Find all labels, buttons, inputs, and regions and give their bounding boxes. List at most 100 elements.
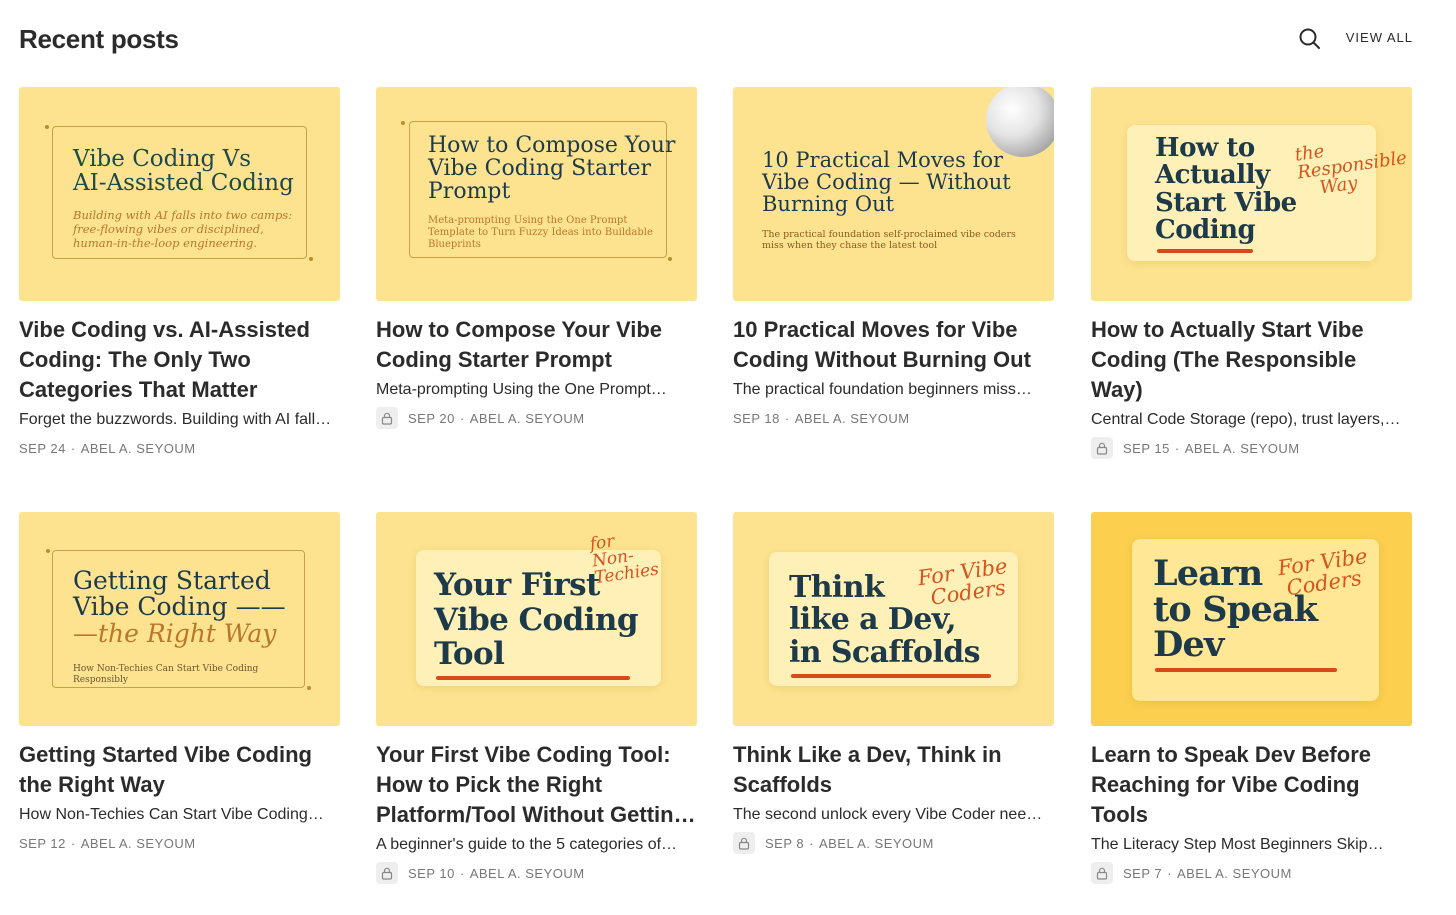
meta-separator: ·	[1167, 865, 1172, 881]
post-thumbnail[interactable]: Your First Vibe Coding Tool for Non- Tec…	[376, 512, 697, 726]
thumb-heading: How to Actually Start Vibe Coding	[1155, 133, 1297, 245]
post-card[interactable]: Your First Vibe Coding Tool for Non- Tec…	[376, 512, 697, 884]
post-thumbnail[interactable]: How to Actually Start Vibe Coding the Re…	[1091, 87, 1412, 301]
meta-separator: ·	[459, 410, 465, 426]
meta-separator: ·	[459, 865, 465, 881]
lock-icon	[381, 412, 393, 425]
post-date: SEP 24	[19, 440, 66, 456]
lock-icon	[381, 867, 393, 880]
post-title[interactable]: Think Like a Dev, Think in Scaffolds	[733, 740, 1054, 800]
post-thumbnail[interactable]: Getting Started Vibe Coding —— —the Righ…	[19, 512, 340, 726]
thumb-line: Start Vibe	[1155, 187, 1297, 218]
thumb-line: like a Dev,	[789, 602, 957, 638]
post-card[interactable]: 10 Practical Moves for Vibe Coding — Wit…	[733, 87, 1054, 429]
meta-separator: ·	[70, 835, 76, 851]
thumb-line: Burning Out	[762, 192, 895, 217]
paywall-lock	[1091, 437, 1113, 459]
section-title: Recent posts	[19, 24, 179, 54]
post-subtitle: A beginner's guide to the 5 categories o…	[376, 836, 678, 853]
thumb-script: the Responsible Way	[1294, 132, 1411, 201]
thumb-heading: 10 Practical Moves for Vibe Coding — Wit…	[762, 149, 1011, 215]
recent-posts-header: Recent posts VIEW ALL	[19, 22, 1413, 58]
thumb-subtitle: Meta-prompting Using the One Prompt Temp…	[428, 215, 653, 250]
post-meta: SEP 7 · ABEL A. SEYOUM	[1091, 862, 1412, 884]
thumb-line: Vibe Coding Vs	[73, 146, 251, 172]
thumb-line: Vibe Coding ——	[73, 592, 286, 622]
post-author[interactable]: ABEL A. SEYOUM	[1177, 866, 1292, 881]
post-author[interactable]: ABEL A. SEYOUM	[470, 866, 585, 881]
post-date: SEP 20	[408, 410, 455, 426]
post-meta: SEP 18 · ABEL A. SEYOUM	[733, 407, 1054, 429]
post-author[interactable]: ABEL A. SEYOUM	[819, 836, 934, 851]
post-thumbnail[interactable]: Vibe Coding Vs AI-Assisted Coding Buildi…	[19, 87, 340, 301]
thumb-underline	[436, 676, 630, 680]
post-author[interactable]: ABEL A. SEYOUM	[81, 836, 196, 851]
thumb-line: Coding	[1155, 214, 1256, 245]
post-title[interactable]: Your First Vibe Coding Tool: How to Pick…	[376, 740, 697, 830]
post-title[interactable]: Vibe Coding vs. AI-Assisted Coding: The …	[19, 315, 340, 405]
meta-separator: ·	[784, 410, 790, 426]
post-date: SEP 7	[1123, 865, 1163, 881]
thumb-dot	[45, 125, 49, 129]
post-author[interactable]: ABEL A. SEYOUM	[1185, 441, 1300, 456]
post-author[interactable]: ABEL A. SEYOUM	[795, 411, 910, 426]
post-thumbnail[interactable]: How to Compose Your Vibe Coding Starter …	[376, 87, 697, 301]
view-all-link[interactable]: VIEW ALL	[1346, 30, 1413, 45]
meta-separator: ·	[70, 440, 76, 456]
thumb-line: in Scaffolds	[789, 634, 981, 670]
thumb-script: for Non- Techies	[588, 528, 660, 588]
post-title[interactable]: How to Actually Start Vibe Coding (The R…	[1091, 315, 1412, 405]
search-icon	[1299, 28, 1320, 49]
post-meta: SEP 20 · ABEL A. SEYOUM	[376, 407, 697, 429]
post-meta: SEP 8 · ABEL A. SEYOUM	[733, 832, 1054, 854]
post-meta: SEP 12 · ABEL A. SEYOUM	[19, 832, 340, 854]
post-thumbnail[interactable]: Learn to Speak Dev For Vibe Coders	[1091, 512, 1412, 726]
post-thumbnail[interactable]: 10 Practical Moves for Vibe Coding — Wit…	[733, 87, 1054, 301]
thumb-line: Dev	[1153, 624, 1224, 666]
post-date: SEP 10	[408, 865, 455, 881]
paywall-lock	[733, 832, 755, 854]
thumb-dot	[307, 686, 311, 690]
thumb-dot	[46, 549, 50, 553]
post-card[interactable]: Think like a Dev, in Scaffolds For Vibe …	[733, 512, 1054, 854]
paywall-lock	[376, 862, 398, 884]
thumb-dot	[668, 257, 672, 261]
paywall-lock	[376, 407, 398, 429]
thumb-heading: How to Compose Your Vibe Coding Starter …	[428, 134, 675, 203]
post-date: SEP 8	[765, 835, 805, 851]
thumb-underline	[791, 674, 991, 678]
search-button[interactable]	[1297, 26, 1323, 52]
meta-separator: ·	[1174, 440, 1180, 456]
post-title[interactable]: Getting Started Vibe Coding the Right Wa…	[19, 740, 340, 800]
thumb-line: Vibe Coding Starter	[428, 156, 651, 182]
post-author[interactable]: ABEL A. SEYOUM	[81, 441, 196, 456]
post-card[interactable]: How to Actually Start Vibe Coding the Re…	[1091, 87, 1412, 459]
post-subtitle: The Literacy Step Most Beginners Skip…	[1091, 836, 1384, 853]
sphere-graphic	[986, 87, 1054, 157]
lock-icon	[1096, 442, 1108, 455]
post-date: SEP 12	[19, 835, 66, 851]
post-author[interactable]: ABEL A. SEYOUM	[470, 411, 585, 426]
post-title[interactable]: 10 Practical Moves for Vibe Coding Witho…	[733, 315, 1054, 375]
post-title[interactable]: How to Compose Your Vibe Coding Starter …	[376, 315, 697, 375]
post-date: SEP 15	[1123, 440, 1170, 456]
post-card[interactable]: Getting Started Vibe Coding —— —the Righ…	[19, 512, 340, 854]
lock-icon	[738, 837, 750, 850]
post-subtitle: The second unlock every Vibe Coder nee…	[733, 806, 1043, 823]
post-title[interactable]: Learn to Speak Dev Before Reaching for V…	[1091, 740, 1412, 830]
thumb-line: How to	[1155, 133, 1255, 163]
post-subtitle: How Non-Techies Can Start Vibe Coding…	[19, 806, 324, 823]
post-meta: SEP 15 · ABEL A. SEYOUM	[1091, 437, 1412, 459]
thumb-underline	[1157, 249, 1253, 253]
thumb-heading: Vibe Coding Vs AI-Assisted Coding	[73, 147, 294, 195]
meta-separator: ·	[809, 835, 814, 851]
post-card[interactable]: Vibe Coding Vs AI-Assisted Coding Buildi…	[19, 87, 340, 459]
post-thumbnail[interactable]: Think like a Dev, in Scaffolds For Vibe …	[733, 512, 1054, 726]
post-subtitle: Meta-prompting Using the One Prompt…	[376, 381, 667, 398]
post-card[interactable]: How to Compose Your Vibe Coding Starter …	[376, 87, 697, 429]
post-card[interactable]: Learn to Speak Dev For Vibe Coders Learn…	[1091, 512, 1412, 884]
paywall-lock	[1091, 862, 1113, 884]
thumb-line: Prompt	[428, 179, 511, 205]
thumb-line: AI-Assisted Coding	[73, 170, 294, 197]
thumb-line: How to Compose Your	[428, 133, 676, 158]
